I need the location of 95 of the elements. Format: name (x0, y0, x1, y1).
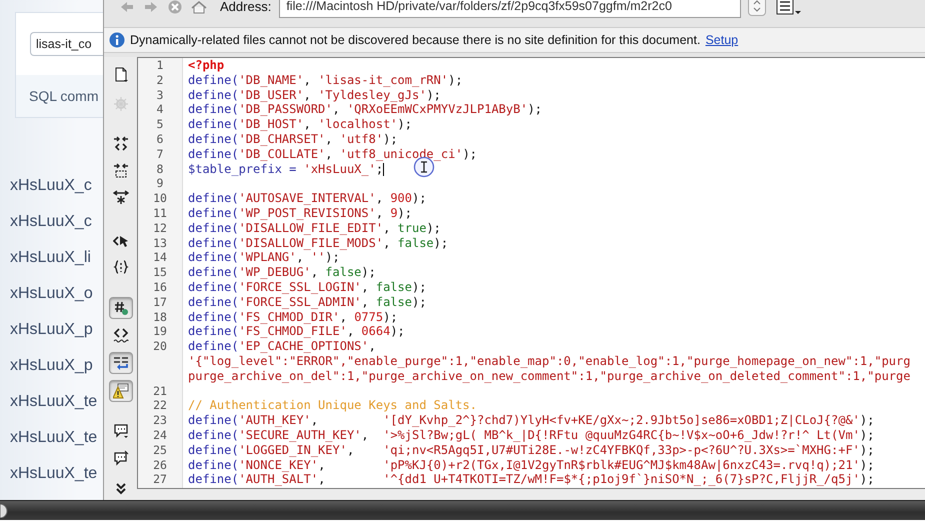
home-button[interactable] (190, 0, 208, 14)
brackets-wavy-icon (113, 327, 129, 343)
address-field[interactable]: file:///Macintosh HD/private/var/folders/zf/2p9cq3fx59s07ggfm/m2r2c0 (279, 0, 742, 18)
table-link[interactable]: xHsLuuX_te (10, 428, 98, 448)
code-line: define('DB_NAME', 'lisas-it_com_rRN'); (188, 72, 463, 88)
hash-icon (113, 300, 129, 316)
braces-icon (113, 259, 129, 275)
warning-tool[interactable] (109, 380, 133, 402)
line-number: 17 (153, 294, 167, 310)
line-number: 6 (156, 132, 164, 147)
code-line: '{"log_level":"ERROR","enable_purge":1,"enable_map":0,"enable_log":1,"purge_homepage_on_new":1,"purg (188, 354, 910, 369)
home-icon (190, 0, 208, 14)
code-line: define('FS_CHMOD_FILE', 0664); (188, 324, 405, 340)
table-link[interactable]: xHsLuuX_te (10, 464, 98, 484)
line-number: 14 (153, 250, 167, 266)
table-link[interactable]: xHsLuuX_li (10, 248, 91, 268)
code-line: define('DISALLOW_FILE_EDIT', true); (188, 220, 441, 236)
info-icon (109, 32, 125, 48)
setup-link[interactable]: Setup (705, 33, 738, 47)
line-number: 26 (153, 458, 167, 472)
code-line: define('NONCE_KEY', 'pP%KJ{0)+r2(TGx,I@1V2gyTnR$rblk#EUG^MJ$km48Aw|6nxzC43=.rvq!q);21'); (188, 458, 874, 472)
gear-icon (113, 96, 129, 112)
table-link[interactable]: xHsLuuX_te (10, 392, 98, 412)
scroll-knob-icon (0, 504, 8, 518)
database-field[interactable]: lisas-it_co (30, 32, 104, 56)
code-line: define('FORCE_SSL_LOGIN', false); (188, 280, 426, 295)
line-number: 3 (156, 88, 164, 102)
code-line: define('WP_DEBUG', false); (188, 265, 376, 280)
arrows-dashed-box-icon (113, 163, 129, 179)
up-down-icon (753, 0, 762, 12)
line-number: 23 (153, 413, 167, 428)
code-line: purge_archive_on_del":1,"purge_archive_on_new_comment":1,"purge_archive_on_deleted_comment":1,"purge (188, 368, 910, 384)
table-link[interactable]: xHsLuuX_p (10, 320, 93, 340)
line-number: 19 (153, 324, 167, 340)
speech-bubble-icon (113, 423, 129, 439)
line-number: 18 (153, 310, 167, 324)
line-number: 9 (156, 176, 164, 192)
code-line: define('SECURE_AUTH_KEY', '>%jSl?Bw;gL( MB^k_|D{!RFtu @quuMzG4RC{b~!V$x~oO+6_Jdw!?r!^ Lt(Vm'); (188, 428, 874, 443)
line-number: 11 (153, 206, 167, 221)
sql-command-tab[interactable]: SQL comm (16, 75, 104, 117)
info-message: Dynamically-related files cannot not be discovered because there is no site definition for this document. (130, 33, 700, 47)
code-line: define('DB_USER', 'Tyldesley_gJs'); (188, 88, 441, 102)
line-number: 7 (156, 146, 164, 162)
stop-icon (166, 0, 184, 14)
code-line: define('EP_CACHE_OPTIONS', (188, 339, 376, 354)
code-line: define('AUTH_KEY', '[dY_Kvhp_2^}?chd7)YlyH<fv+KE/gXx~;2.9Jbt5o]se86=xOBD1;Z|CLoJ{?@&'); (188, 413, 874, 428)
table-link[interactable]: xHsLuuX_c (10, 212, 92, 232)
line-number: 21 (153, 384, 167, 398)
list-view-button[interactable] (776, 0, 802, 17)
arrows-asterisk-icon (113, 189, 129, 205)
speech-bubble-icon (113, 450, 129, 466)
line-number: 24 (153, 428, 167, 443)
code-line: define('DISALLOW_FILE_MODS', false); (188, 236, 448, 250)
wrap-lines-tool[interactable] (109, 352, 133, 374)
line-number: 13 (153, 236, 167, 250)
line-number: 16 (153, 280, 167, 295)
line-number: 15 (153, 265, 167, 280)
table-link[interactable]: xHsLuuX_p (10, 356, 93, 376)
code-line: define('DB_COLLATE', 'utf8_unicode_ci'); (188, 146, 478, 162)
line-number: 22 (153, 398, 167, 414)
code-line: define('DB_PASSWORD', 'QRXoEEmWCxPMYVzJLP1AByB'); (188, 102, 542, 118)
code-line: // Authentication Unique Keys and Salts. (188, 398, 477, 414)
code-line: define('AUTOSAVE_INTERVAL', 900); (188, 191, 426, 206)
wrap-lines-icon (113, 355, 129, 371)
code-line: define('FORCE_SSL_ADMIN', false); (188, 294, 426, 310)
table-link[interactable]: xHsLuuX_o (10, 284, 93, 304)
line-number: 12 (153, 220, 167, 236)
code-line: define('WP_POST_REVISIONS', 9); (188, 206, 412, 221)
hash-tool[interactable] (109, 297, 133, 319)
code-line: <?php (188, 58, 224, 73)
line-number: 27 (153, 472, 167, 488)
code-line: define('WPLANG', ''); (188, 250, 340, 266)
line-number: 2 (156, 72, 164, 88)
line-number: 4 (156, 102, 164, 118)
warning-icon (113, 383, 129, 399)
line-number: 20 (153, 339, 167, 354)
list-icon (776, 0, 802, 17)
line-number: 25 (153, 442, 167, 458)
line-number: 8 (156, 162, 164, 176)
code-line: define('DB_HOST', 'localhost'); (188, 117, 412, 132)
line-number: 5 (156, 117, 164, 132)
code-line: define('LOGGED_IN_KEY', 'qi;nv<R5Agq5I,U7#UTi28E.-w!zC4YFBKQf,33p>-p<?6U^?U.3Xs>=`MXHG:+F'); (188, 442, 874, 458)
arrows-brackets-icon (113, 136, 129, 152)
line-number: 1 (156, 58, 164, 73)
code-line: define('FS_CHMOD_DIR', 0775); (188, 310, 398, 324)
code-line: define('AUTH_SALT', '^{dd1 U+T4TKOTI=TZ/wM!F=$*{;p1oj9f`}niSO*N_;_6(7}sP?C,FljjR_/q5j'); (188, 472, 874, 488)
code-line: $table_prefix = 'xHsLuuX_'; (188, 162, 384, 176)
code-editor[interactable] (137, 57, 925, 489)
document-icon (113, 67, 129, 83)
table-link[interactable]: xHsLuuX_c (10, 176, 92, 196)
line-number: 10 (153, 191, 167, 206)
pointer-bracket-icon (113, 233, 129, 249)
stepper-button[interactable] (748, 0, 766, 16)
code-line: define('DB_CHARSET', 'utf8'); (188, 132, 398, 147)
address-label: Address: (220, 0, 272, 14)
